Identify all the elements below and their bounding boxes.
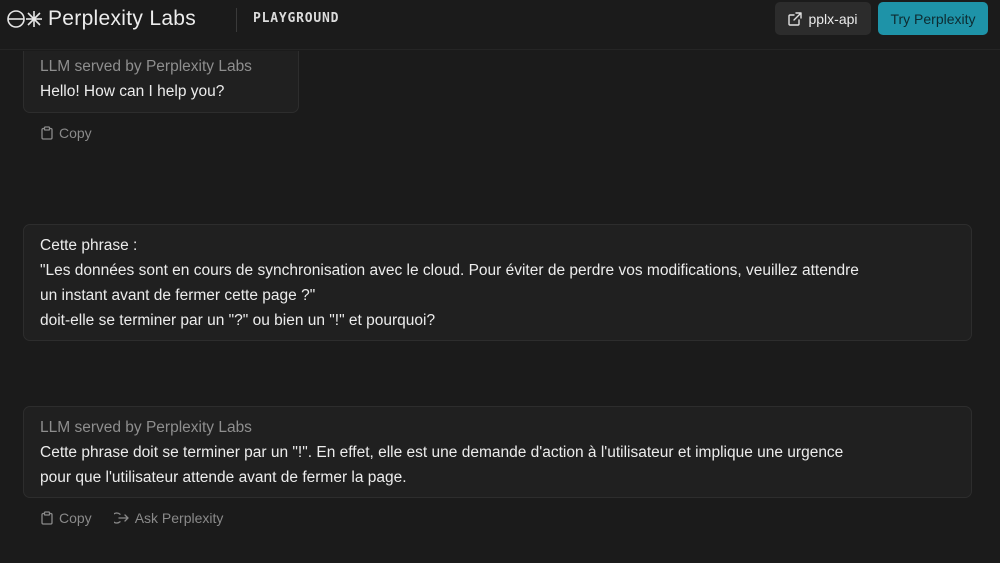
message-actions: Copy: [41, 125, 92, 141]
try-perplexity-label: Try Perplexity: [890, 10, 976, 27]
share-arrow-icon: [113, 512, 129, 524]
clipboard-icon: [41, 511, 53, 525]
message-text: Hello! How can I help you?: [40, 83, 225, 100]
clipboard-icon: [41, 126, 53, 140]
pplx-api-label: pplx-api: [808, 10, 858, 27]
message-line: Cette phrase doit se terminer par un "!"…: [40, 444, 844, 461]
message-line: un instant avant de fermer cette page ?": [40, 287, 316, 304]
copy-label: Copy: [59, 125, 92, 141]
copy-button[interactable]: Copy: [41, 510, 92, 526]
top-bar: Perplexity Labs PLAYGROUND pplx-api Try …: [0, 0, 1000, 50]
try-perplexity-button[interactable]: Try Perplexity: [878, 2, 988, 35]
pplx-api-button[interactable]: pplx-api: [775, 2, 871, 35]
assistant-message: LLM served by Perplexity Labs Hello! How…: [23, 51, 299, 113]
ask-perplexity-button[interactable]: Ask Perplexity: [113, 510, 224, 526]
ask-perplexity-label: Ask Perplexity: [134, 510, 224, 526]
copy-button[interactable]: Copy: [41, 125, 92, 141]
user-message: Cette phrase : "Les données sont en cour…: [23, 224, 972, 341]
message-line: Cette phrase :: [40, 237, 138, 254]
header-divider: [236, 8, 237, 32]
message-line: pour que l'utilisateur attende avant de …: [40, 469, 407, 486]
message-line: doit-elle se terminer par un "?" ou bien…: [40, 312, 436, 329]
brand-name: Perplexity Labs: [48, 7, 197, 30]
message-source: LLM served by Perplexity Labs: [40, 58, 252, 75]
external-link-icon: [788, 11, 803, 26]
message-source: LLM served by Perplexity Labs: [40, 419, 252, 436]
brand-logo[interactable]: Perplexity Labs: [6, 5, 196, 33]
section-title: PLAYGROUND: [253, 11, 340, 26]
message-line: "Les données sont en cours de synchronis…: [40, 262, 859, 279]
message-actions: Copy Ask Perplexity: [41, 510, 223, 526]
copy-label: Copy: [59, 510, 92, 526]
assistant-message: LLM served by Perplexity Labs Cette phra…: [23, 406, 972, 498]
perplexity-logo-icon: [7, 10, 42, 28]
